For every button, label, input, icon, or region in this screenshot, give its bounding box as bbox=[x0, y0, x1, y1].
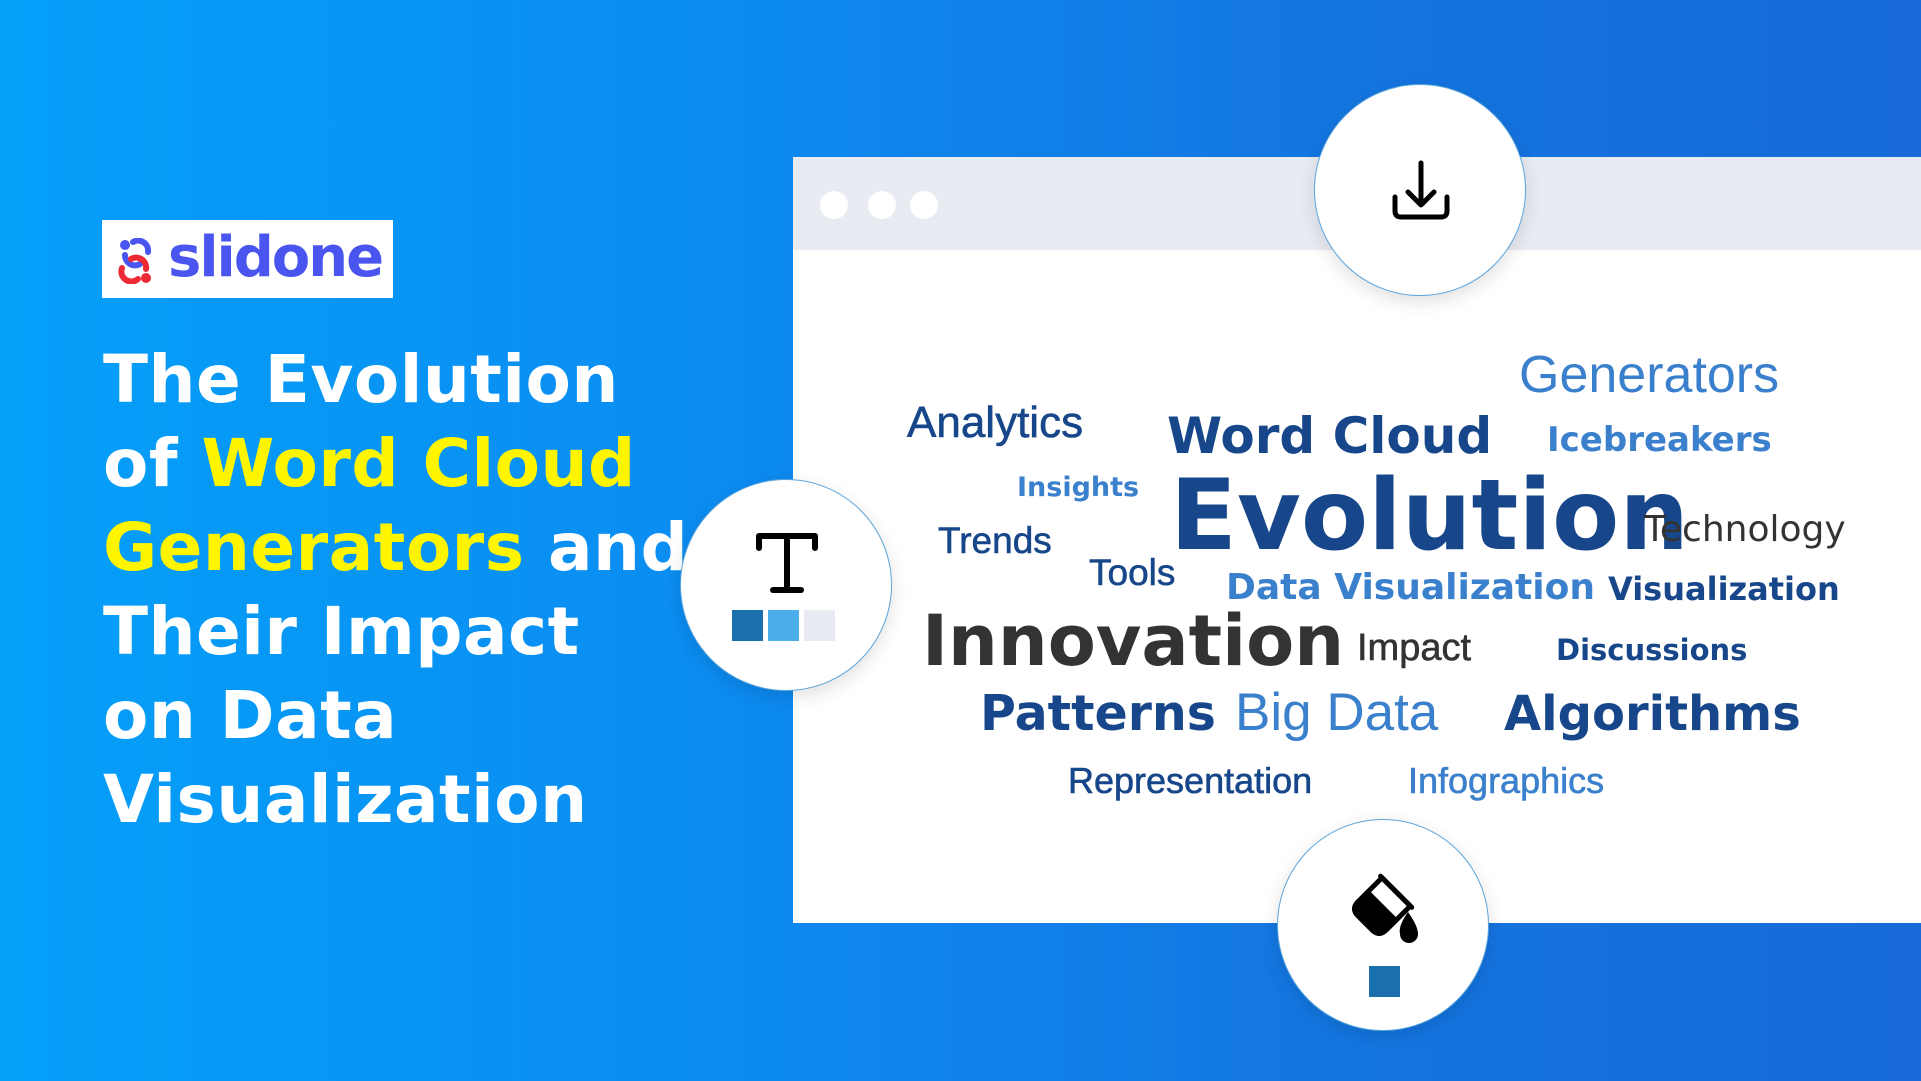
word-cloud-word: Generators bbox=[1519, 346, 1780, 405]
word-cloud-word: Discussions bbox=[1556, 633, 1748, 668]
text-icon bbox=[756, 533, 818, 593]
headline-line: Their Impact bbox=[103, 590, 688, 674]
word-cloud-word: Word Cloud bbox=[1167, 407, 1493, 465]
fill-color-button[interactable] bbox=[1277, 819, 1489, 1031]
word-cloud-word: Analytics bbox=[907, 397, 1084, 447]
headline-highlight: Word Cloud bbox=[201, 425, 636, 502]
paint-bucket-icon bbox=[1351, 873, 1418, 943]
download-icon bbox=[1392, 160, 1450, 220]
color-swatch[interactable] bbox=[804, 610, 835, 641]
headline-text: Visualization bbox=[103, 761, 588, 838]
headline-text: Their Impact bbox=[103, 593, 580, 670]
word-cloud-word: Visualization bbox=[1608, 570, 1840, 609]
word-cloud-word: Trends bbox=[938, 520, 1052, 562]
word-cloud-word: Infographics bbox=[1408, 759, 1605, 801]
word-cloud-word: Algorithms bbox=[1504, 685, 1801, 742]
slidone-logo: slidone bbox=[102, 220, 393, 298]
color-swatch[interactable] bbox=[732, 610, 763, 641]
page-headline: The Evolution of Word Cloud Generators and… bbox=[103, 338, 688, 842]
word-cloud-word: Technology bbox=[1644, 508, 1846, 550]
color-swatch[interactable] bbox=[768, 610, 799, 641]
word-cloud-word: Impact bbox=[1357, 627, 1472, 670]
headline-line: of Word Cloud bbox=[103, 422, 688, 506]
word-cloud-word: Big Data bbox=[1235, 682, 1439, 742]
headline-line: on Data bbox=[103, 674, 688, 758]
word-cloud-word: Tools bbox=[1089, 552, 1176, 594]
text-style-button[interactable] bbox=[680, 479, 892, 691]
headline-line: The Evolution bbox=[103, 338, 688, 422]
color-swatch[interactable] bbox=[1369, 966, 1400, 997]
word-cloud-word: Icebreakers bbox=[1547, 420, 1772, 461]
window-dot bbox=[910, 191, 938, 219]
headline-text: The Evolution bbox=[103, 341, 619, 418]
headline-highlight: Generators bbox=[103, 509, 525, 586]
download-button[interactable] bbox=[1314, 84, 1526, 296]
window-dot bbox=[820, 191, 848, 219]
word-cloud-word: Patterns bbox=[980, 684, 1216, 742]
word-cloud-word: Evolution bbox=[1170, 458, 1690, 573]
headline-line: Generators and bbox=[103, 506, 688, 590]
window-dot bbox=[868, 191, 896, 219]
word-cloud-word: Insights bbox=[1017, 471, 1140, 503]
headline-line: Visualization bbox=[103, 758, 688, 842]
word-cloud-word: Representation bbox=[1068, 759, 1313, 801]
headline-text: on Data bbox=[103, 677, 398, 754]
slidone-logo-icon bbox=[118, 238, 152, 284]
headline-text: and bbox=[524, 509, 689, 586]
brand-name: slidone bbox=[168, 225, 384, 290]
word-cloud-word: Innovation bbox=[922, 600, 1345, 683]
headline-text: of bbox=[103, 425, 202, 502]
